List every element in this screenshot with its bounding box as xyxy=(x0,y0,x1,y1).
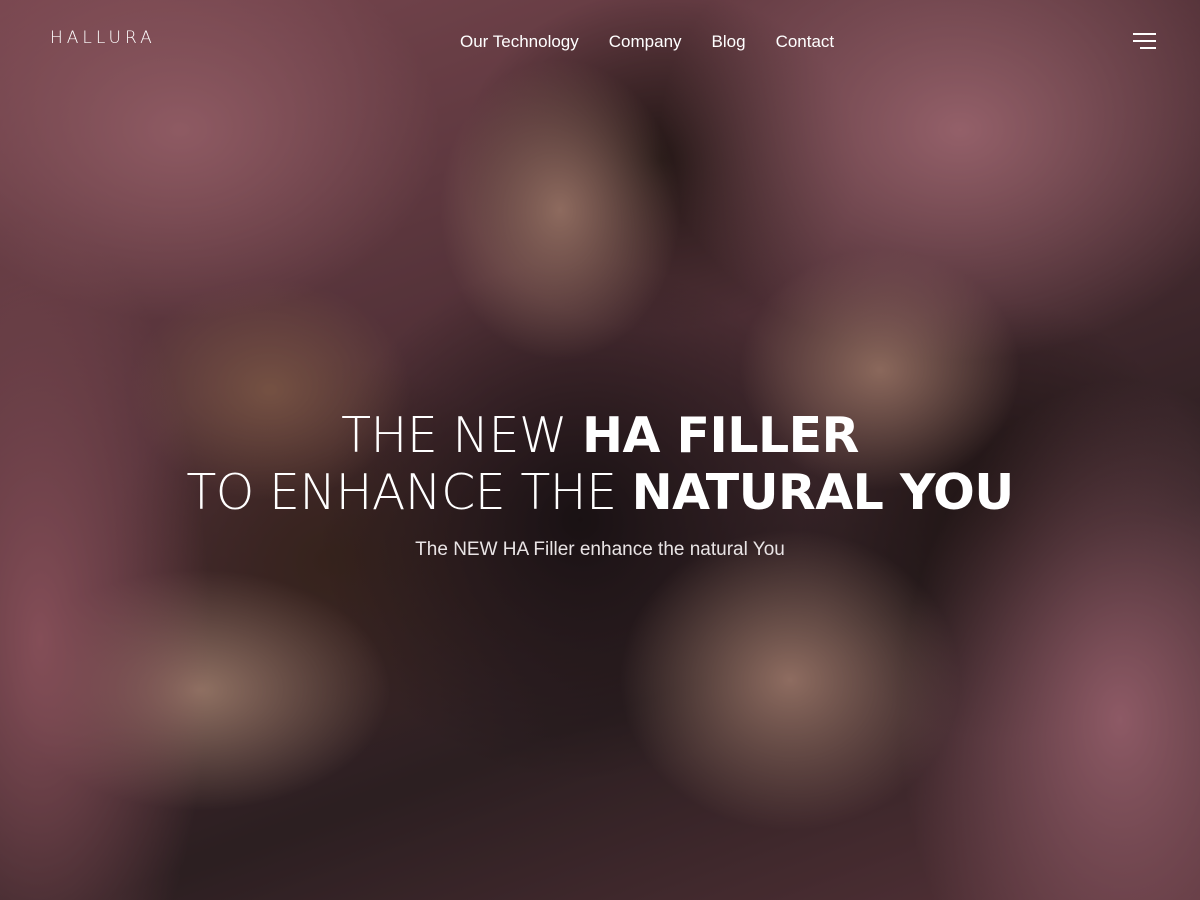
headline-line-2: TO ENHANCE THE NATURAL YOU xyxy=(0,464,1200,521)
hero-subtitle: The NEW HA Filler enhance the natural Yo… xyxy=(415,539,785,560)
headline-line-1: THE NEW HA FILLER xyxy=(0,407,1200,464)
hero-section: HALLURA Our Technology Company Blog Cont… xyxy=(0,0,1200,900)
nav-item-contact[interactable]: Contact xyxy=(776,31,835,53)
main-nav: Our Technology Company Blog Contact xyxy=(460,31,834,53)
menu-line-top xyxy=(1133,33,1156,35)
hamburger-menu-icon[interactable] xyxy=(1133,33,1156,50)
nav-item-blog[interactable]: Blog xyxy=(712,31,746,53)
headline-line-2-bold: NATURAL YOU xyxy=(631,464,1014,521)
nav-item-our-technology[interactable]: Our Technology xyxy=(460,31,579,53)
menu-line-middle xyxy=(1133,40,1156,42)
hero-headline: THE NEW HA FILLER TO ENHANCE THE NATURAL… xyxy=(0,407,1200,521)
headline-line-1-light: THE NEW xyxy=(341,407,583,464)
site-header: HALLURA Our Technology Company Blog Cont… xyxy=(0,0,1200,84)
headline-line-2-light: TO ENHANCE THE xyxy=(186,464,632,521)
menu-line-bottom xyxy=(1140,47,1156,49)
site-logo[interactable]: HALLURA xyxy=(50,28,156,48)
headline-line-1-bold: HA FILLER xyxy=(582,407,859,464)
nav-item-company[interactable]: Company xyxy=(609,31,682,53)
